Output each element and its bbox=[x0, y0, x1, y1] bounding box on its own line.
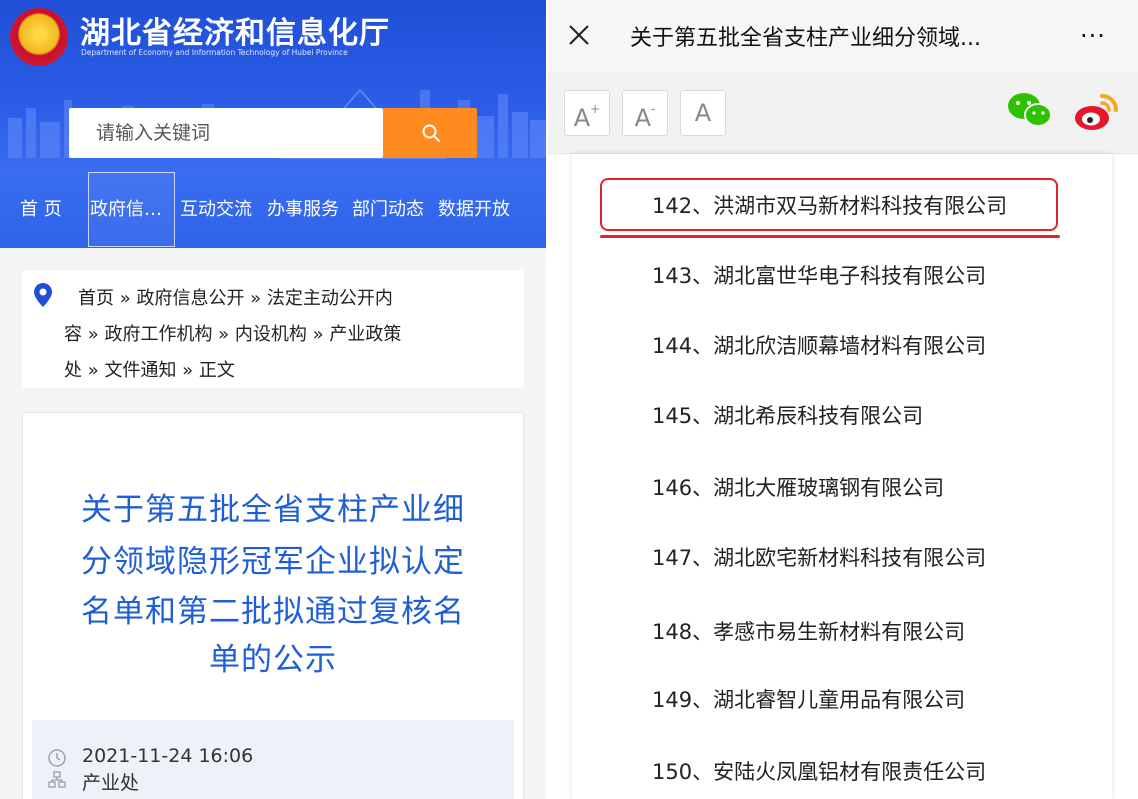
nav-item-gov-info[interactable]: 政府信… bbox=[90, 172, 162, 248]
article-title-line-4: 单的公示 bbox=[209, 642, 337, 678]
article-department: 产业处 bbox=[82, 772, 140, 794]
nav-item-open-data[interactable]: 数据开放 bbox=[438, 172, 510, 248]
page-title: 关于第五批全省支柱产业细分领域... bbox=[630, 26, 981, 51]
list-item: 147、湖北欧宅新材料科技有限公司 bbox=[652, 546, 987, 570]
top-bar: 关于第五批全省支柱产业细分领域... ··· bbox=[548, 0, 1138, 72]
breadcrumb-line-2[interactable]: 容 » 政府工作机构 » 内设机构 » 产业政策 bbox=[64, 320, 401, 346]
nav-item-services[interactable]: 办事服务 bbox=[267, 172, 339, 248]
font-reset-button[interactable]: A bbox=[680, 90, 726, 136]
list-item: 150、安陆火凤凰铝材有限责任公司 bbox=[652, 760, 987, 784]
list-item: 144、湖北欣洁顺幕墙材料有限公司 bbox=[652, 334, 987, 358]
company-list: 142、洪湖市双马新材料科技有限公司 143、湖北富世华电子科技有限公司 144… bbox=[572, 154, 1112, 799]
breadcrumb: 首页 » 政府信息公开 » 法定主动公开内 容 » 政府工作机构 » 内设机构 … bbox=[22, 270, 524, 388]
list-item: 146、湖北大雁玻璃钢有限公司 bbox=[652, 476, 945, 500]
font-increase-label: A bbox=[573, 104, 591, 132]
national-emblem-icon: ★ bbox=[10, 8, 68, 66]
article-title-line-1: 关于第五批全省支柱产业细 bbox=[81, 492, 465, 528]
close-icon[interactable] bbox=[568, 24, 590, 46]
article-title-line-2: 分领域隐形冠军企业拟认定 bbox=[81, 544, 465, 580]
list-item: 145、湖北希辰科技有限公司 bbox=[652, 404, 924, 428]
article-date: 2021-11-24 16:06 bbox=[82, 745, 254, 767]
font-reset-label: A bbox=[694, 99, 712, 127]
search-input[interactable] bbox=[69, 108, 383, 158]
font-decrease-label: A bbox=[634, 104, 652, 132]
search-button[interactable] bbox=[383, 108, 477, 158]
search-box bbox=[69, 108, 383, 158]
list-item: 143、湖北富世华电子科技有限公司 bbox=[652, 264, 987, 288]
list-item: 148、孝感市易生新材料有限公司 bbox=[652, 620, 966, 644]
location-pin-icon bbox=[34, 283, 52, 307]
wechat-share-icon[interactable] bbox=[1006, 90, 1054, 130]
search-icon bbox=[422, 124, 440, 142]
right-mobile-panel: 关于第五批全省支柱产业细分领域... ··· A+ A- A 142、洪湖市双马… bbox=[548, 0, 1138, 799]
breadcrumb-line-1[interactable]: 首页 » 政府信息公开 » 法定主动公开内 bbox=[78, 284, 393, 310]
breadcrumb-line-3[interactable]: 处 » 文件通知 » 正文 bbox=[64, 356, 235, 382]
font-increase-button[interactable]: A+ bbox=[564, 90, 610, 136]
list-item: 149、湖北睿智儿童用品有限公司 bbox=[652, 688, 966, 712]
department-icon bbox=[48, 771, 66, 788]
nav-item-interaction[interactable]: 互动交流 bbox=[180, 172, 252, 248]
highlight-underline bbox=[600, 235, 1060, 238]
article-title-line-3: 名单和第二批拟通过复核名 bbox=[81, 594, 465, 630]
site-title: 湖北省经济和信息化厅 bbox=[80, 16, 390, 51]
main-nav: 首 页 政府信… 互动交流 办事服务 部门动态 数据开放 bbox=[0, 172, 546, 248]
weibo-share-icon[interactable] bbox=[1072, 90, 1120, 134]
site-subtitle: Department of Economy and Information Te… bbox=[81, 48, 348, 57]
nav-item-home[interactable]: 首 页 bbox=[20, 172, 62, 248]
site-header: ★ 湖北省经济和信息化厅 Department of Economy and I… bbox=[0, 0, 546, 248]
clock-icon bbox=[48, 749, 66, 767]
highlight-box bbox=[600, 178, 1058, 231]
more-options-icon[interactable]: ··· bbox=[1080, 22, 1106, 50]
star-icon: ★ bbox=[30, 20, 52, 48]
font-decrease-button[interactable]: A- bbox=[622, 90, 668, 136]
nav-item-dept-news[interactable]: 部门动态 bbox=[352, 172, 424, 248]
left-webpage-panel: ★ 湖北省经济和信息化厅 Department of Economy and I… bbox=[0, 0, 546, 799]
